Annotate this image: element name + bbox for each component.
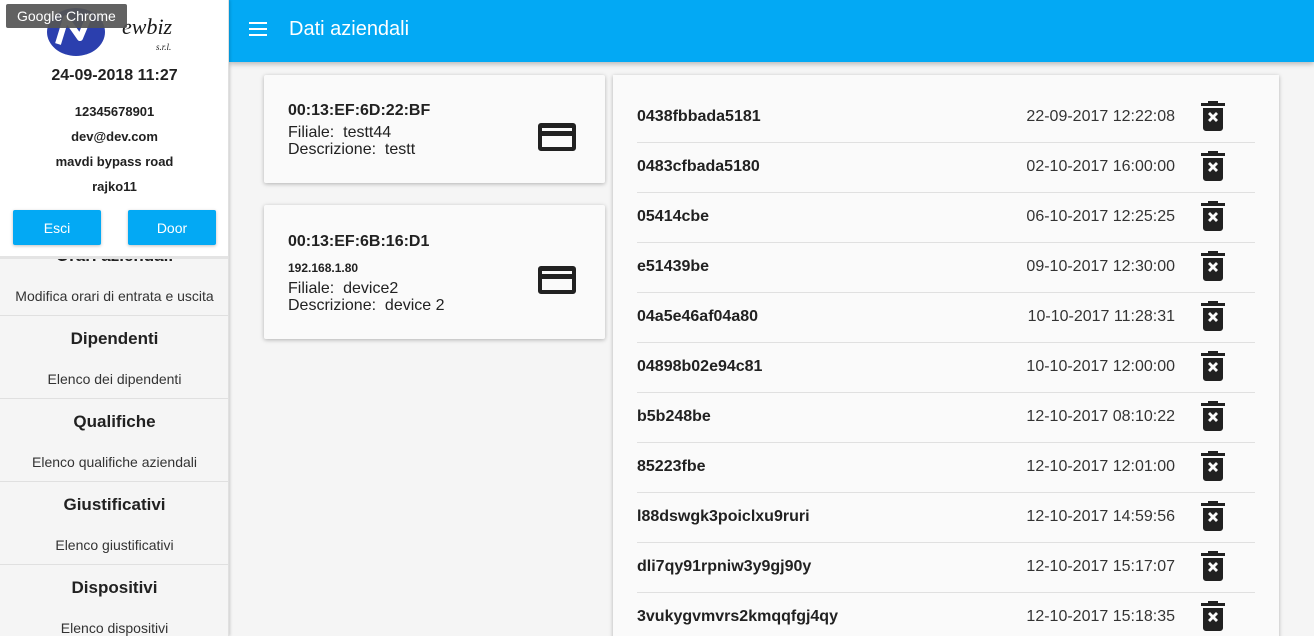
delete-forever-icon[interactable] [1201, 501, 1225, 531]
company-address: mavdi bypass road [55, 154, 174, 169]
sidebar-item-qualifiche[interactable]: Qualifiche Elenco qualifiche aziendali [0, 399, 228, 482]
sidebar-item-dipendenti[interactable]: Dipendenti Elenco dei dipendenti [0, 316, 228, 399]
device-card[interactable]: 00:13:EF:6B:16:D1 192.168.1.80 Filiale: … [264, 205, 605, 339]
profile-panel: ewbiz s.r.l. 24-09-2018 11:27 1234567890… [0, 0, 228, 256]
svg-text:s.r.l.: s.r.l. [156, 42, 171, 52]
badge-row: 3vukygvmvrs2kmqqfgj4qy 12-10-2017 15:18:3… [637, 593, 1255, 636]
credit-card-icon[interactable] [537, 264, 577, 296]
sidebar-item-subtitle: Elenco giustificativi [55, 537, 174, 553]
sidebar-item-title: Dipendenti [70, 329, 159, 348]
badge-code: l88dswgk3poiclxu9ruri [637, 508, 810, 525]
badge-date: 22-09-2017 12:22:08 [1026, 108, 1175, 125]
badge-date: 12-10-2017 12:01:00 [1026, 458, 1175, 475]
sidebar-menu: Orari aziendali Modifica orari di entrat… [0, 256, 228, 636]
sidebar: ewbiz s.r.l. 24-09-2018 11:27 1234567890… [0, 0, 229, 636]
device-ip: 192.168.1.80 [288, 261, 359, 275]
badge-code: 3vukygvmvrs2kmqqfgj4qy [637, 608, 838, 625]
device-descrizione: Descrizione: device 2 [288, 297, 445, 314]
sidebar-item-orari-aziendali[interactable]: Orari aziendali Modifica orari di entrat… [0, 259, 228, 316]
sidebar-item-giustificativi[interactable]: Giustificativi Elenco giustificativi [0, 482, 228, 565]
delete-forever-icon[interactable] [1201, 251, 1225, 281]
sidebar-item-title: Dispositivi [71, 578, 158, 597]
badge-date: 10-10-2017 12:00:00 [1026, 358, 1175, 375]
sidebar-item-subtitle: Modifica orari di entrata e uscita [15, 288, 214, 304]
sidebar-item-subtitle: Elenco qualifiche aziendali [32, 454, 197, 470]
device-descrizione: Descrizione: testt [288, 141, 416, 158]
badge-date: 09-10-2017 12:30:00 [1026, 258, 1175, 275]
badge-row: l88dswgk3poiclxu9ruri 12-10-2017 14:59:56 [637, 493, 1255, 543]
badge-code: 04a5e46af04a80 [637, 308, 759, 325]
badge-row: e51439be 09-10-2017 12:30:00 [637, 243, 1255, 293]
svg-text:ewbiz: ewbiz [122, 14, 173, 39]
badge-date: 12-10-2017 15:17:07 [1026, 558, 1175, 575]
username: rajko11 [92, 179, 137, 194]
delete-forever-icon[interactable] [1201, 351, 1225, 381]
current-datetime: 24-09-2018 11:27 [51, 67, 178, 84]
delete-forever-icon[interactable] [1201, 551, 1225, 581]
sidebar-item-title: Qualifiche [73, 412, 156, 431]
device-mac: 00:13:EF:6B:16:D1 [288, 233, 430, 250]
sidebar-item-subtitle: Elenco dispositivi [60, 620, 169, 636]
delete-forever-icon[interactable] [1201, 201, 1225, 231]
badge-code: dli7qy91rpniw3y9gj90y [637, 558, 812, 575]
delete-forever-icon[interactable] [1201, 151, 1225, 181]
delete-forever-icon[interactable] [1201, 301, 1225, 331]
delete-forever-icon[interactable] [1201, 601, 1225, 631]
sidebar-item-subtitle: Elenco dei dipendenti [47, 371, 182, 387]
badge-code: b5b248be [637, 408, 711, 425]
badge-row: 04898b02e94c81 10-10-2017 12:00:00 [637, 343, 1255, 393]
badge-row: 0483cfbada5180 02-10-2017 16:00:00 [637, 143, 1255, 193]
delete-forever-icon[interactable] [1201, 101, 1225, 131]
badge-date: 12-10-2017 15:18:35 [1026, 608, 1175, 625]
sidebar-item-title: Orari aziendali [0, 259, 228, 266]
badge-row: 85223fbe 12-10-2017 12:01:00 [637, 443, 1255, 493]
device-filiale: Filiale: device2 [288, 280, 399, 297]
badge-row: 04a5e46af04a80 10-10-2017 11:28:31 [637, 293, 1255, 343]
badge-code: e51439be [637, 258, 710, 275]
badge-list-panel: 0438fbbada5181 22-09-2017 12:22:08 0483cfb… [613, 75, 1279, 636]
badge-date: 12-10-2017 14:59:56 [1026, 508, 1175, 525]
device-filiale: Filiale: testt44 [288, 124, 392, 141]
vat-number: 12345678901 [74, 104, 155, 119]
badge-code: 0483cfbada5180 [637, 158, 760, 175]
badge-date: 12-10-2017 08:10:22 [1026, 408, 1175, 425]
badge-code: 04898b02e94c81 [637, 358, 763, 375]
delete-forever-icon[interactable] [1201, 401, 1225, 431]
delete-forever-icon[interactable] [1201, 451, 1225, 481]
badge-code: 85223fbe [637, 458, 706, 475]
badge-date: 10-10-2017 11:28:31 [1027, 308, 1175, 325]
credit-card-icon[interactable] [537, 121, 577, 153]
badge-row: b5b248be 12-10-2017 08:10:22 [637, 393, 1255, 443]
hamburger-icon[interactable] [249, 22, 269, 38]
badge-date: 02-10-2017 16:00:00 [1026, 158, 1175, 175]
device-card[interactable]: 00:13:EF:6D:22:BF Filiale: testt44 Descr… [264, 75, 605, 183]
user-email: dev@dev.com [71, 129, 158, 144]
window-tooltip: Google Chrome [6, 4, 127, 28]
badge-code: 0438fbbada5181 [637, 108, 761, 125]
badge-row: dli7qy91rpniw3y9gj90y 12-10-2017 15:17:07 [637, 543, 1255, 593]
device-mac: 00:13:EF:6D:22:BF [288, 102, 431, 119]
sidebar-item-dispositivi[interactable]: Dispositivi Elenco dispositivi [0, 565, 228, 636]
page-title: Dati aziendali [289, 18, 410, 40]
app-header: Dati aziendali [229, 0, 1314, 62]
door-button[interactable]: Door [128, 210, 216, 245]
esci-button[interactable]: Esci [13, 210, 101, 245]
badge-row: 0438fbbada5181 22-09-2017 12:22:08 [637, 93, 1255, 143]
badge-date: 06-10-2017 12:25:25 [1026, 208, 1175, 225]
badge-row: 05414cbe 06-10-2017 12:25:25 [637, 193, 1255, 243]
badge-code: 05414cbe [637, 208, 710, 225]
sidebar-item-title: Giustificativi [63, 495, 166, 514]
